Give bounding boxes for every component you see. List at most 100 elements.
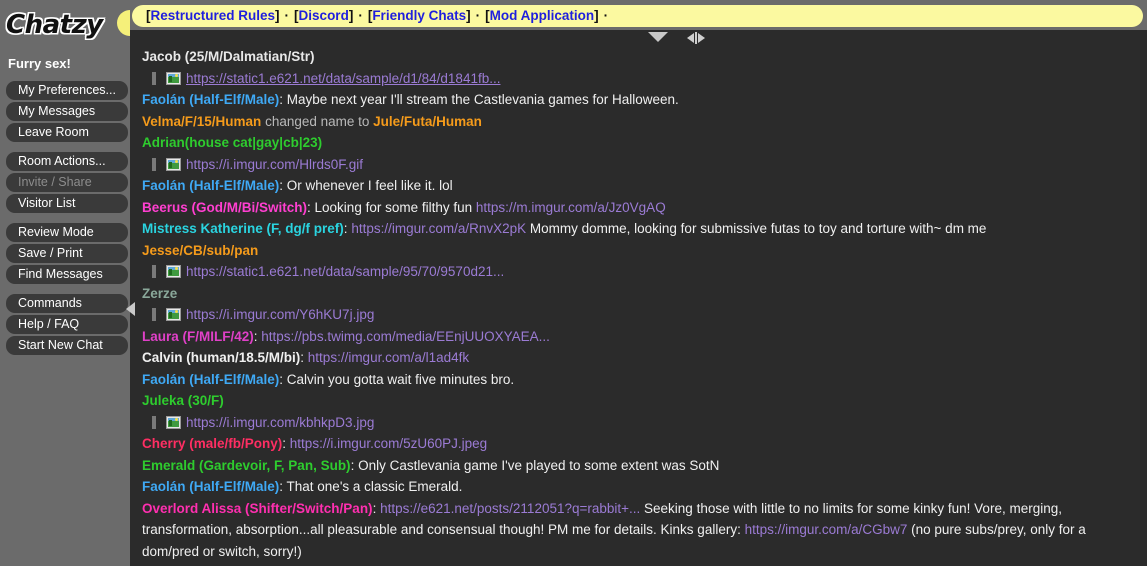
chat-message: Juleka (30/F) bbox=[142, 390, 1141, 412]
chat-message: Mistress Katherine (F, dg/f pref): https… bbox=[142, 218, 1141, 240]
chat-message: Jacob (25/M/Dalmatian/Str) bbox=[142, 46, 1141, 68]
chat-message: Jesse/CB/sub/pan bbox=[142, 240, 1141, 262]
chat-message: Cherry (male/fb/Pony): https://i.imgur.c… bbox=[142, 433, 1141, 455]
message-link[interactable]: https://imgur.com/a/RnvX2pK bbox=[351, 221, 526, 236]
sidebar-group-3: Commands Help / FAQ Start New Chat bbox=[0, 294, 130, 355]
message-nick[interactable]: Beerus (God/M/Bi/Switch) bbox=[142, 200, 307, 215]
message-nick[interactable]: Laura (F/MILF/42) bbox=[142, 329, 254, 344]
message-colon: : bbox=[300, 350, 308, 365]
message-nick[interactable]: Zerze bbox=[142, 286, 177, 301]
message-nick[interactable]: Faolán (Half-Elf/Male) bbox=[142, 92, 279, 107]
sidebar-item-label: My Preferences... bbox=[18, 83, 116, 97]
chat-message: Velma/F/15/Human changed name to Jule/Fu… bbox=[142, 111, 1141, 133]
banner-link-restructured-rules[interactable]: Restructured Rules bbox=[151, 8, 276, 23]
message-nick[interactable]: Jesse/CB/sub/pan bbox=[142, 243, 258, 258]
sidebar-item-help-faq[interactable]: Help / FAQ bbox=[6, 315, 128, 334]
sidebar-item-label: Help / FAQ bbox=[18, 317, 80, 331]
banner-separator: · bbox=[603, 8, 609, 23]
message-nick[interactable]: Jule/Futa/Human bbox=[373, 114, 482, 129]
chat-message: Adrian(house cat|gay|cb|23) bbox=[142, 132, 1141, 154]
sidebar: Chatzy Furry sex! My Preferences... My Me… bbox=[0, 0, 143, 566]
main-panel: [Restructured Rules] · [Discord] · [Friendly… bbox=[130, 0, 1147, 566]
message-colon: : bbox=[279, 371, 287, 387]
message-text: Mommy domme, looking for submissive futa… bbox=[526, 221, 987, 236]
message-nick[interactable]: Cherry (male/fb/Pony) bbox=[142, 436, 282, 451]
message-link[interactable]: https://imgur.com/a/l1ad4fk bbox=[308, 350, 469, 365]
sidebar-group-1: Room Actions... Invite / Share Visitor Lis… bbox=[0, 152, 130, 213]
bracket-close: ] bbox=[466, 8, 471, 23]
banner-link-friendly-chats[interactable]: Friendly Chats bbox=[372, 8, 466, 23]
message-text: Only Castlevania game I've played to som… bbox=[358, 457, 720, 473]
message-nick[interactable]: Juleka (30/F) bbox=[142, 393, 224, 408]
sidebar-item-find-messages[interactable]: Find Messages bbox=[6, 265, 128, 284]
chat-message: Calvin (human/18.5/M/bi): https://imgur.… bbox=[142, 347, 1141, 369]
sidebar-item-label: My Messages bbox=[18, 104, 96, 118]
sidebar-item-label: Save / Print bbox=[18, 246, 83, 260]
sidebar-item-visitor-list[interactable]: Visitor List bbox=[6, 194, 128, 213]
message-text: Looking for some filthy fun bbox=[314, 199, 476, 215]
sidebar-item-my-preferences[interactable]: My Preferences... bbox=[6, 81, 128, 100]
message-link[interactable]: https://static1.e621.net/data/sample/95/… bbox=[186, 264, 504, 279]
message-nick[interactable]: Adrian(house cat|gay|cb|23) bbox=[142, 135, 322, 150]
sidebar-item-room-actions[interactable]: Room Actions... bbox=[6, 152, 128, 171]
image-thumbnail-icon bbox=[166, 308, 181, 321]
sidebar-collapse-handle[interactable] bbox=[126, 295, 138, 323]
banner-separator: · bbox=[358, 8, 363, 23]
bracket-close: ] bbox=[348, 8, 354, 23]
message-link[interactable]: https://pbs.twimg.com/media/EEnjUUOXYAEA… bbox=[261, 329, 550, 344]
sidebar-button-list: My Preferences... My Messages Leave Room Ro… bbox=[0, 81, 130, 355]
message-nick[interactable]: Faolán (Half-Elf/Male) bbox=[142, 372, 279, 387]
sidebar-item-leave-room[interactable]: Leave Room bbox=[6, 123, 128, 142]
banner-link-mod-application[interactable]: Mod Application bbox=[490, 8, 595, 23]
message-link[interactable]: https://static1.e621.net/data/sample/d1/… bbox=[186, 71, 500, 86]
message-link[interactable]: https://imgur.com/a/CGbw7 bbox=[745, 522, 908, 537]
message-nick[interactable]: Faolán (Half-Elf/Male) bbox=[142, 178, 279, 193]
message-link[interactable]: https://m.imgur.com/a/Jz0VgAQ bbox=[476, 200, 666, 215]
message-nick[interactable]: Faolán (Half-Elf/Male) bbox=[142, 479, 279, 494]
message-attachment[interactable]: https://i.imgur.com/Y6hKU7j.jpg bbox=[142, 304, 1141, 326]
sidebar-group-2: Review Mode Save / Print Find Messages bbox=[0, 223, 130, 284]
message-nick[interactable]: Jacob (25/M/Dalmatian/Str) bbox=[142, 49, 315, 64]
message-attachment[interactable]: https://i.imgur.com/Hlrds0F.gif bbox=[142, 154, 1141, 176]
triangle-down-icon[interactable] bbox=[648, 32, 668, 42]
message-link[interactable]: https://e621.net/posts/2112051?q=rabbit+… bbox=[380, 501, 640, 516]
message-link[interactable]: https://i.imgur.com/5zU60PJ.jpeg bbox=[290, 436, 487, 451]
banner-area: [Restructured Rules] · [Discord] · [Friendly… bbox=[132, 0, 1147, 32]
chat-message: Emerald (Gardevoir, F, Pan, Sub): Only C… bbox=[142, 455, 1141, 477]
image-thumbnail-icon bbox=[166, 71, 181, 85]
rename-action-text: changed name to bbox=[261, 113, 374, 129]
message-nick[interactable]: Velma/F/15/Human bbox=[142, 114, 261, 129]
chat-message: Beerus (God/M/Bi/Switch): Looking for so… bbox=[142, 197, 1141, 219]
sidebar-item-review-mode[interactable]: Review Mode bbox=[6, 223, 128, 242]
bracket-close: ] bbox=[594, 8, 599, 23]
message-attachment[interactable]: https://static1.e621.net/data/sample/95/… bbox=[142, 261, 1141, 283]
message-nick[interactable]: Mistress Katherine (F, dg/f pref) bbox=[142, 221, 344, 236]
sidebar-item-my-messages[interactable]: My Messages bbox=[6, 102, 128, 121]
image-thumbnail-icon bbox=[166, 265, 181, 278]
sidebar-item-start-new-chat[interactable]: Start New Chat bbox=[6, 336, 128, 355]
message-attachment[interactable]: https://i.imgur.com/kbhkpD3.jpg bbox=[142, 412, 1141, 434]
chat-message: Faolán (Half-Elf/Male): Or whenever I fe… bbox=[142, 175, 1141, 197]
attachment-marker bbox=[152, 265, 156, 278]
image-thumbnail-icon bbox=[166, 157, 181, 171]
message-link[interactable]: https://i.imgur.com/kbhkpD3.jpg bbox=[186, 415, 374, 430]
chatzy-app: Chatzy Furry sex! My Preferences... My Me… bbox=[0, 0, 1147, 566]
resize-horizontal-icon[interactable] bbox=[685, 31, 707, 44]
chat-message-log[interactable]: Jacob (25/M/Dalmatian/Str) https://static… bbox=[130, 30, 1147, 566]
message-attachment[interactable]: https://static1.e621.net/data/sample/d1/… bbox=[142, 68, 1141, 90]
chat-message: Faolán (Half-Elf/Male): Calvin you gotta… bbox=[142, 369, 1141, 391]
sidebar-item-save-print[interactable]: Save / Print bbox=[6, 244, 128, 263]
message-nick[interactable]: Calvin (human/18.5/M/bi) bbox=[142, 350, 300, 365]
sidebar-item-commands[interactable]: Commands bbox=[6, 294, 128, 313]
chat-message: Laura (F/MILF/42): https://pbs.twimg.com… bbox=[142, 326, 1141, 348]
message-nick[interactable]: Emerald (Gardevoir, F, Pan, Sub) bbox=[142, 458, 351, 473]
message-link[interactable]: https://i.imgur.com/Y6hKU7j.jpg bbox=[186, 307, 374, 322]
message-link[interactable]: https://i.imgur.com/Hlrds0F.gif bbox=[186, 157, 363, 172]
chat-toolbar bbox=[130, 30, 1147, 46]
banner-link-discord[interactable]: Discord bbox=[299, 8, 349, 23]
message-nick[interactable]: Overlord Alissa (Shifter/Switch/Pan) bbox=[142, 501, 373, 516]
message-colon: : bbox=[307, 199, 315, 215]
message-text: Or whenever I feel like it. lol bbox=[286, 178, 453, 193]
message-colon: : bbox=[279, 178, 287, 193]
message-colon: : bbox=[350, 457, 359, 473]
